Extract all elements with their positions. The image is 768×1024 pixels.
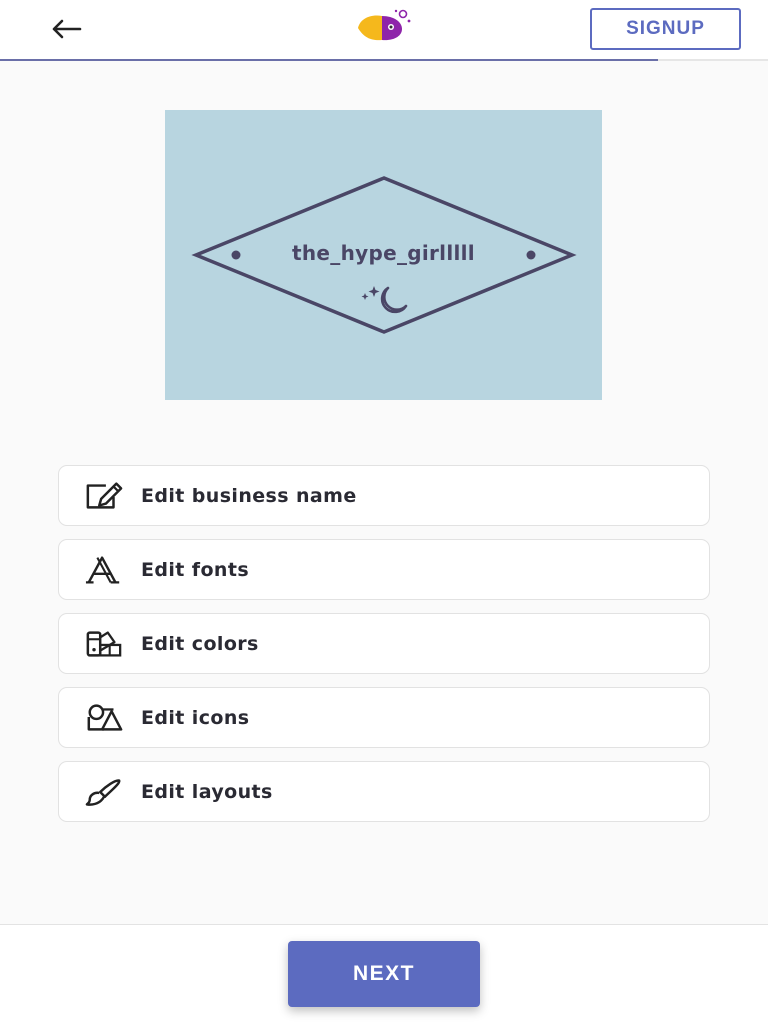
edit-colors-button[interactable]: Edit colors <box>58 613 710 674</box>
font-icon <box>85 554 123 586</box>
edit-layouts-button[interactable]: Edit layouts <box>58 761 710 822</box>
shapes-icon <box>85 702 123 734</box>
option-label: Edit colors <box>141 632 259 655</box>
bottom-bar: NEXT <box>0 924 768 1024</box>
edit-options-list: Edit business name Edit fonts Edit color <box>58 465 710 835</box>
signup-button[interactable]: SIGNUP <box>590 8 741 50</box>
parrot-logo-icon <box>354 8 414 48</box>
progress-fill <box>0 59 659 61</box>
back-button[interactable] <box>44 12 88 46</box>
next-button[interactable]: NEXT <box>288 941 480 1007</box>
option-label: Edit business name <box>141 484 357 507</box>
progress-bar <box>0 59 768 61</box>
edit-fonts-button[interactable]: Edit fonts <box>58 539 710 600</box>
moon-stars-icon <box>361 286 408 314</box>
preview-business-name: the_hype_girlllll <box>292 241 475 265</box>
edit-pencil-icon <box>85 480 123 512</box>
logo-preview[interactable]: the_hype_girlllll <box>165 110 602 400</box>
option-label: Edit layouts <box>141 780 273 803</box>
edit-business-name-button[interactable]: Edit business name <box>58 465 710 526</box>
brush-icon <box>85 776 123 808</box>
edit-icons-button[interactable]: Edit icons <box>58 687 710 748</box>
option-label: Edit fonts <box>141 558 250 581</box>
top-bar: SIGNUP <box>0 0 768 61</box>
color-swatch-icon <box>85 628 123 660</box>
option-label: Edit icons <box>141 706 250 729</box>
arrow-left-icon <box>52 19 82 39</box>
